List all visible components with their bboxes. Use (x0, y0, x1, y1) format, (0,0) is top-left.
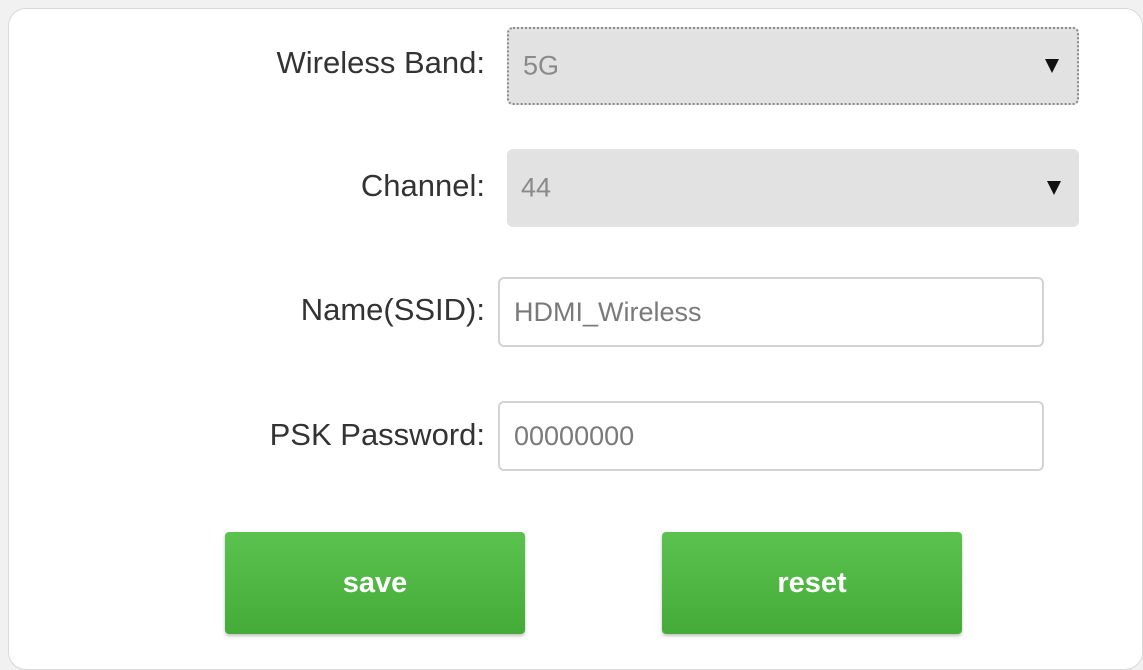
ssid-label: Name(SSID): (300, 292, 485, 327)
dropdown-arrow-icon (1047, 181, 1061, 195)
psk-password-input[interactable] (498, 401, 1044, 471)
wireless-band-select[interactable]: 5G (507, 27, 1079, 105)
wireless-band-label: Wireless Band: (276, 45, 485, 80)
channel-label: Channel: (360, 168, 485, 203)
ssid-input[interactable] (498, 277, 1044, 347)
channel-value: 44 (521, 172, 552, 203)
psk-password-label: PSK Password: (269, 417, 485, 452)
channel-select[interactable]: 44 (507, 149, 1079, 227)
wireless-band-value: 5G (523, 50, 560, 81)
save-button[interactable]: save (225, 532, 525, 634)
reset-button[interactable]: reset (662, 532, 962, 634)
dropdown-arrow-icon (1045, 59, 1059, 73)
